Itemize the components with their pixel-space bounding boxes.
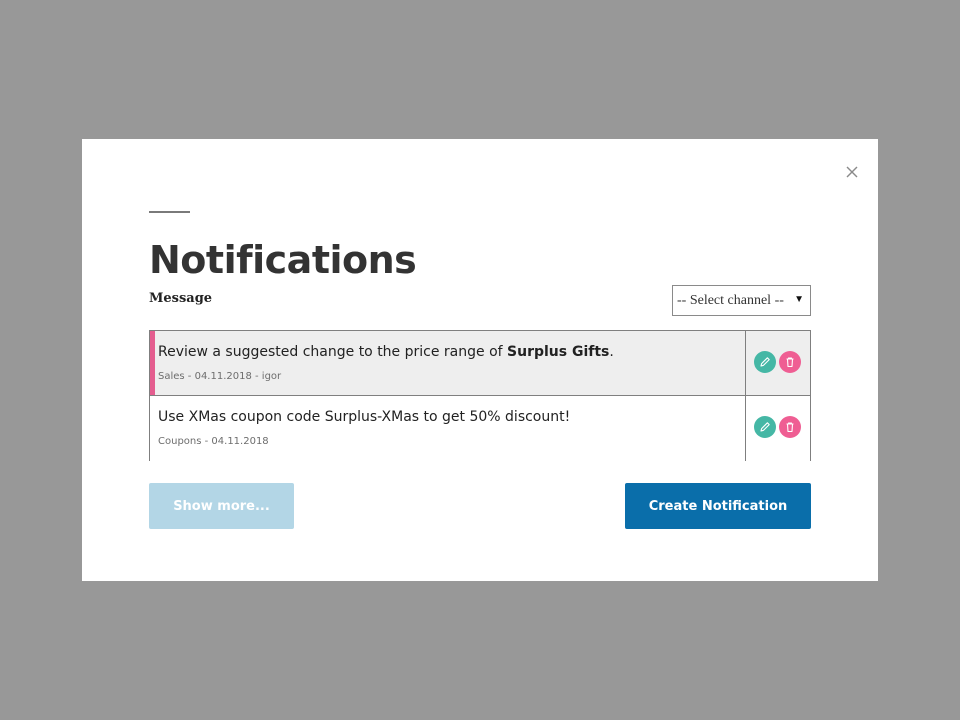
trash-icon[interactable] (779, 351, 801, 373)
message-column-label: Message (149, 291, 213, 306)
channel-select-value: -- Select channel -- (677, 292, 784, 308)
create-notification-button[interactable]: Create Notification (625, 483, 811, 529)
pencil-icon[interactable] (754, 416, 776, 438)
notifications-table: Review a suggested change to the price r… (149, 330, 811, 461)
show-more-button[interactable]: Show more... (149, 483, 294, 529)
row-actions (745, 396, 810, 461)
close-icon[interactable] (845, 164, 859, 178)
notification-meta: Coupons - 04.11.2018 (158, 436, 269, 447)
pencil-icon[interactable] (754, 351, 776, 373)
notification-message: Use XMas coupon code Surplus-XMas to get… (158, 409, 571, 425)
notification-message-highlight: Surplus Gifts (507, 344, 610, 360)
table-row[interactable]: Review a suggested change to the price r… (150, 331, 810, 396)
unread-marker (150, 331, 155, 395)
trash-icon[interactable] (779, 416, 801, 438)
table-row[interactable]: Use XMas coupon code Surplus-XMas to get… (150, 396, 810, 461)
channel-select[interactable]: -- Select channel -- ▼ (672, 285, 811, 316)
title-accent-line (149, 211, 190, 213)
row-actions (745, 331, 810, 395)
notification-meta: Sales - 04.11.2018 - igor (158, 371, 282, 382)
notification-message: Review a suggested change to the price r… (158, 344, 614, 360)
notifications-modal: Notifications Message -- Select channel … (82, 139, 878, 581)
page-title: Notifications (149, 238, 417, 282)
caret-down-icon: ▼ (794, 294, 804, 305)
